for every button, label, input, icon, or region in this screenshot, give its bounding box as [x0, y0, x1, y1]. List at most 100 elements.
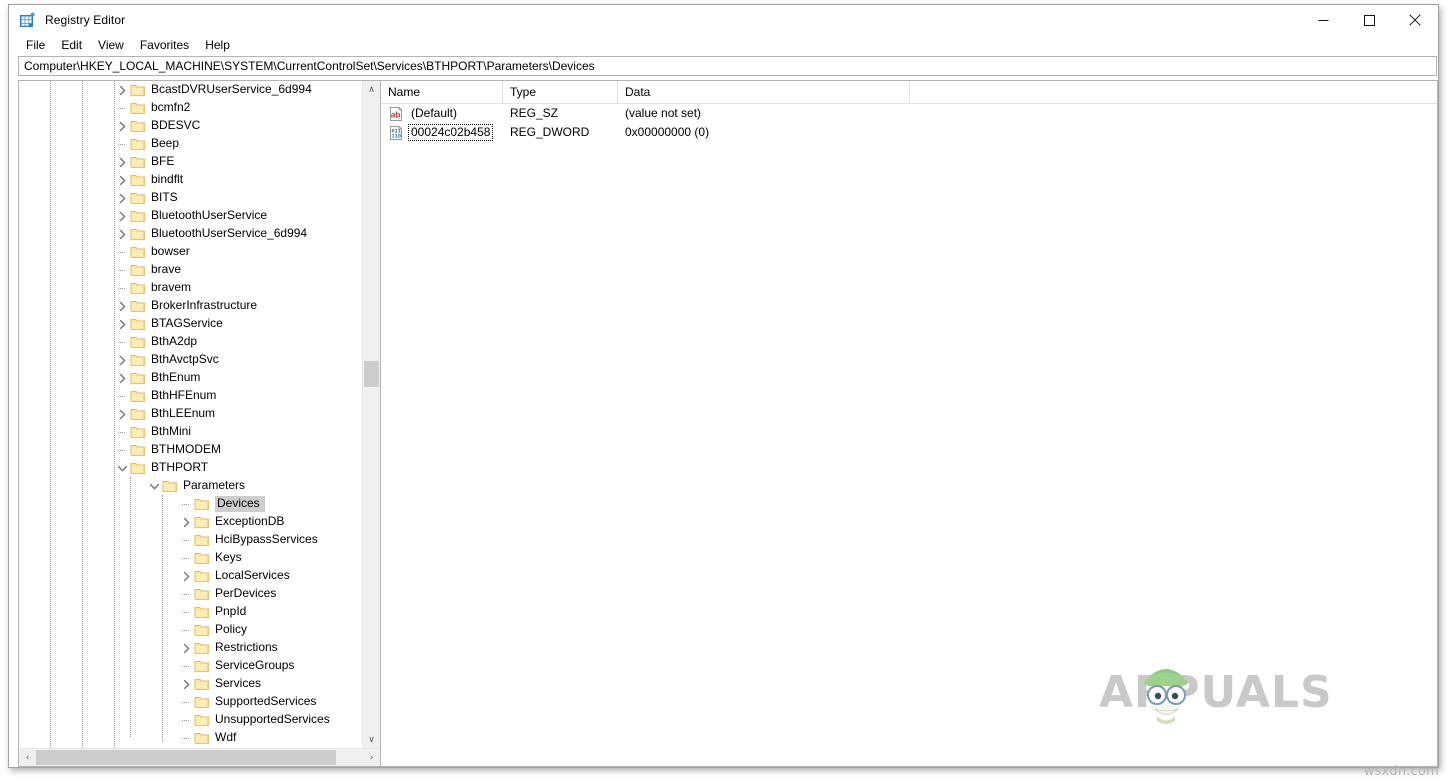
tree-horizontal-scrollbar[interactable]: ‹ › — [19, 748, 380, 766]
tree-hscroll-thumb[interactable] — [36, 750, 336, 765]
menu-view[interactable]: View — [90, 37, 132, 54]
column-header-type[interactable]: Type — [503, 81, 618, 103]
value-row[interactable]: ab (Default) REG_SZ (value not set) — [381, 104, 1437, 123]
tree-item[interactable]: bowser — [19, 243, 362, 261]
site-credit-text: wsxdn.com — [1363, 764, 1439, 779]
tree-hscroll-track[interactable] — [36, 749, 363, 766]
indent-guide-2 — [82, 81, 84, 748]
menu-help[interactable]: Help — [197, 37, 238, 54]
tree-item[interactable]: BthHFEnum — [19, 387, 362, 405]
chevron-right-icon[interactable] — [178, 513, 194, 531]
folder-icon — [130, 227, 146, 241]
menu-favorites[interactable]: Favorites — [132, 37, 197, 54]
string-value-icon: ab — [388, 106, 404, 122]
tree-item[interactable]: BthEnum — [19, 369, 362, 387]
value-row[interactable]: 011 110 00024c02b458 REG_DWORD 0x00000000 (0… — [381, 123, 1437, 142]
registry-tree-viewport[interactable]: BcastDVRUserService_6d994 bcmfn2 BDESVC Bee… — [19, 81, 362, 748]
tree-item[interactable]: Beep — [19, 135, 362, 153]
folder-icon — [194, 497, 210, 511]
folder-icon — [130, 191, 146, 205]
registry-values-pane: Name Type Data ab (Default) REG_SZ (value n… — [380, 80, 1438, 767]
tree-vertical-scrollbar[interactable]: ∧ ∨ — [362, 81, 380, 748]
tree-item[interactable]: BthA2dp — [19, 333, 362, 351]
tree-item[interactable]: PnpId — [19, 603, 362, 621]
registry-tree-body: BcastDVRUserService_6d994 bcmfn2 BDESVC Bee… — [19, 81, 380, 748]
tree-item[interactable]: bcmfn2 — [19, 99, 362, 117]
tree-item[interactable]: Policy — [19, 621, 362, 639]
tree-item[interactable]: Parameters — [19, 477, 362, 495]
folder-icon — [130, 155, 146, 169]
scroll-right-arrow-icon[interactable]: › — [363, 753, 380, 763]
value-name-cell: ab (Default) — [381, 104, 503, 123]
tree-item-selected[interactable]: Devices — [19, 495, 362, 513]
tree-item[interactable]: ExceptionDB — [19, 513, 362, 531]
scroll-left-arrow-icon[interactable]: ‹ — [19, 753, 36, 763]
chevron-right-icon[interactable] — [114, 351, 130, 369]
minimize-button[interactable] — [1300, 5, 1346, 35]
chevron-down-icon[interactable] — [146, 477, 162, 495]
tree-item[interactable]: bravem — [19, 279, 362, 297]
tree-vscroll-thumb[interactable] — [364, 361, 379, 387]
tree-item[interactable]: BthMini — [19, 423, 362, 441]
tree-item[interactable]: Wdf — [19, 729, 362, 747]
tree-item[interactable]: BFE — [19, 153, 362, 171]
column-header-data[interactable]: Data — [618, 81, 910, 103]
tree-item[interactable]: BITS — [19, 189, 362, 207]
maximize-button[interactable] — [1346, 5, 1392, 35]
chevron-right-icon[interactable] — [114, 315, 130, 333]
close-button[interactable] — [1392, 5, 1438, 35]
tree-item[interactable]: HciBypassServices — [19, 531, 362, 549]
tree-item[interactable]: BluetoothUserService — [19, 207, 362, 225]
chevron-right-icon[interactable] — [178, 675, 194, 693]
tree-item[interactable]: UnsupportedServices — [19, 711, 362, 729]
chevron-right-icon[interactable] — [114, 117, 130, 135]
tree-item[interactable]: Restrictions — [19, 639, 362, 657]
tree-item[interactable]: BcastDVRUserService_6d994 — [19, 81, 362, 99]
tree-item[interactable]: BDESVC — [19, 117, 362, 135]
tree-item[interactable]: ServiceGroups — [19, 657, 362, 675]
tree-item[interactable]: Services — [19, 675, 362, 693]
tree-item[interactable]: BthLEEnum — [19, 405, 362, 423]
folder-icon — [130, 263, 146, 277]
chevron-right-icon[interactable] — [178, 567, 194, 585]
tree-twisty-placeholder — [178, 657, 194, 675]
tree-item[interactable]: BluetoothUserService_6d994 — [19, 225, 362, 243]
chevron-down-icon[interactable] — [114, 459, 130, 477]
tree-item[interactable]: BTHMODEM — [19, 441, 362, 459]
chevron-right-icon[interactable] — [114, 225, 130, 243]
chevron-right-icon[interactable] — [178, 639, 194, 657]
column-header-name[interactable]: Name — [381, 81, 503, 103]
tree-item[interactable]: LocalServices — [19, 567, 362, 585]
chevron-right-icon[interactable] — [114, 297, 130, 315]
folder-icon — [194, 641, 210, 655]
tree-item[interactable]: SupportedServices — [19, 693, 362, 711]
tree-item[interactable]: PerDevices — [19, 585, 362, 603]
chevron-right-icon[interactable] — [114, 153, 130, 171]
tree-item-label: Keys — [215, 550, 242, 564]
tree-item-label: BFE — [151, 154, 175, 168]
scroll-up-arrow-icon[interactable]: ∧ — [363, 81, 380, 98]
tree-item-label: BITS — [151, 190, 178, 204]
window-controls — [1300, 5, 1438, 35]
tree-item[interactable]: BTAGService — [19, 315, 362, 333]
menu-file[interactable]: File — [18, 37, 53, 54]
tree-item-label: bravem — [151, 280, 192, 294]
chevron-right-icon[interactable] — [114, 81, 130, 99]
tree-item[interactable]: Keys — [19, 549, 362, 567]
scroll-down-arrow-icon[interactable]: ∨ — [363, 731, 380, 748]
tree-item[interactable]: bindflt — [19, 171, 362, 189]
chevron-right-icon[interactable] — [114, 207, 130, 225]
main-content: BcastDVRUserService_6d994 bcmfn2 BDESVC Bee… — [9, 78, 1438, 767]
tree-item[interactable]: BTHPORT — [19, 459, 362, 477]
address-bar[interactable]: Computer\HKEY_LOCAL_MACHINE\SYSTEM\Curre… — [18, 56, 1437, 76]
tree-item-label: BthEnum — [151, 370, 201, 384]
menu-edit[interactable]: Edit — [53, 37, 90, 54]
values-list[interactable]: ab (Default) REG_SZ (value not set) 011 110 00… — [381, 104, 1437, 766]
tree-item[interactable]: BrokerInfrastructure — [19, 297, 362, 315]
tree-item[interactable]: BthAvctpSvc — [19, 351, 362, 369]
tree-item[interactable]: brave — [19, 261, 362, 279]
chevron-right-icon[interactable] — [114, 405, 130, 423]
chevron-right-icon[interactable] — [114, 171, 130, 189]
chevron-right-icon[interactable] — [114, 369, 130, 387]
chevron-right-icon[interactable] — [114, 189, 130, 207]
